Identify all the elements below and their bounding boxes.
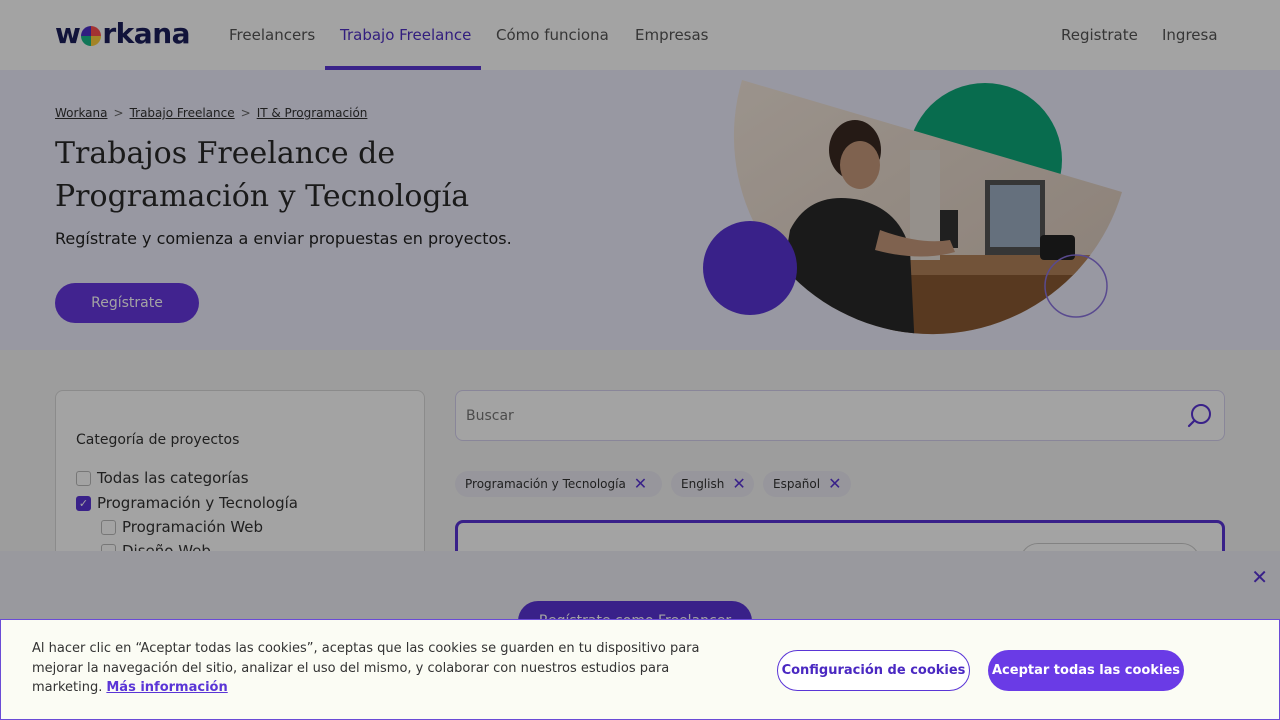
category-option-programacion-tecnologia[interactable]: ✓ Programación y Tecnología (76, 494, 298, 512)
filter-chip-label: English (681, 477, 725, 491)
search-box (455, 390, 1225, 441)
filter-chip: Español ✕ (763, 471, 851, 497)
search-icon[interactable] (1186, 402, 1214, 430)
top-navbar: w rkana Freelancers Trabajo Freelance Cóm… (0, 0, 1280, 70)
breadcrumb-separator: > (113, 106, 124, 120)
nav-link-freelancers[interactable]: Freelancers (229, 0, 315, 70)
nav-link-ingresa[interactable]: Ingresa (1162, 0, 1218, 70)
page-title: Trabajos Freelance de Programación y Tec… (55, 136, 470, 214)
nav-link-trabajo-freelance[interactable]: Trabajo Freelance (340, 0, 471, 70)
filter-chip: Programación y Tecnología ✕ (455, 471, 662, 497)
cookie-more-info-link[interactable]: Más información (106, 680, 227, 695)
hero-illustration (703, 80, 1123, 335)
workana-logo[interactable]: w rkana (55, 17, 191, 50)
close-icon[interactable]: ✕ (1251, 565, 1268, 589)
category-option-todas[interactable]: Todas las categorías (76, 469, 249, 487)
category-option-label: Todas las categorías (97, 469, 249, 487)
breadcrumb-trabajo-freelance[interactable]: Trabajo Freelance (130, 106, 235, 120)
breadcrumb-workana[interactable]: Workana (55, 106, 108, 120)
category-option-label: Programación y Tecnología (97, 494, 298, 512)
remove-filter-icon[interactable]: ✕ (828, 476, 841, 492)
cookie-banner: Al hacer clic en “Aceptar todas las cook… (0, 619, 1280, 720)
remove-filter-icon[interactable]: ✕ (732, 476, 745, 492)
checkbox-checked[interactable]: ✓ (76, 495, 91, 511)
filter-chip-label: Programación y Tecnología (465, 477, 626, 491)
hero-register-button[interactable]: Regístrate (55, 283, 199, 323)
filter-chip-label: Español (773, 477, 821, 491)
breadcrumb-separator: > (240, 106, 251, 120)
breadcrumb-it-programacion[interactable]: IT & Programación (257, 106, 368, 120)
logo-text-start: w (55, 17, 81, 50)
filter-chip: English ✕ (671, 471, 754, 497)
cookie-message: Al hacer clic en “Aceptar todas las cook… (32, 639, 732, 698)
breadcrumb: Workana > Trabajo Freelance > IT & Progr… (55, 106, 367, 120)
logo-text-end: rkana (102, 17, 191, 50)
hero-subtitle: Regístrate y comienza a enviar propuesta… (55, 229, 512, 248)
cookie-settings-button[interactable]: Configuración de cookies (777, 650, 970, 691)
checkbox[interactable] (76, 470, 91, 486)
accept-all-cookies-button[interactable]: Aceptar todas las cookies (988, 650, 1184, 691)
checkbox[interactable] (101, 519, 116, 535)
logo-o-icon (81, 25, 102, 46)
nav-link-empresas[interactable]: Empresas (635, 0, 709, 70)
hero-section: Workana > Trabajo Freelance > IT & Progr… (0, 70, 1280, 350)
nav-link-registrate[interactable]: Registrate (1061, 0, 1138, 70)
search-input[interactable] (466, 391, 1166, 440)
category-option-label: Programación Web (122, 518, 264, 536)
purple-circle-shape (703, 221, 797, 315)
category-filter-title: Categoría de proyectos (76, 432, 240, 448)
remove-filter-icon[interactable]: ✕ (634, 476, 647, 492)
nav-link-como-funciona[interactable]: Cómo funciona (496, 0, 609, 70)
category-option-programacion-web[interactable]: Programación Web (101, 518, 263, 536)
